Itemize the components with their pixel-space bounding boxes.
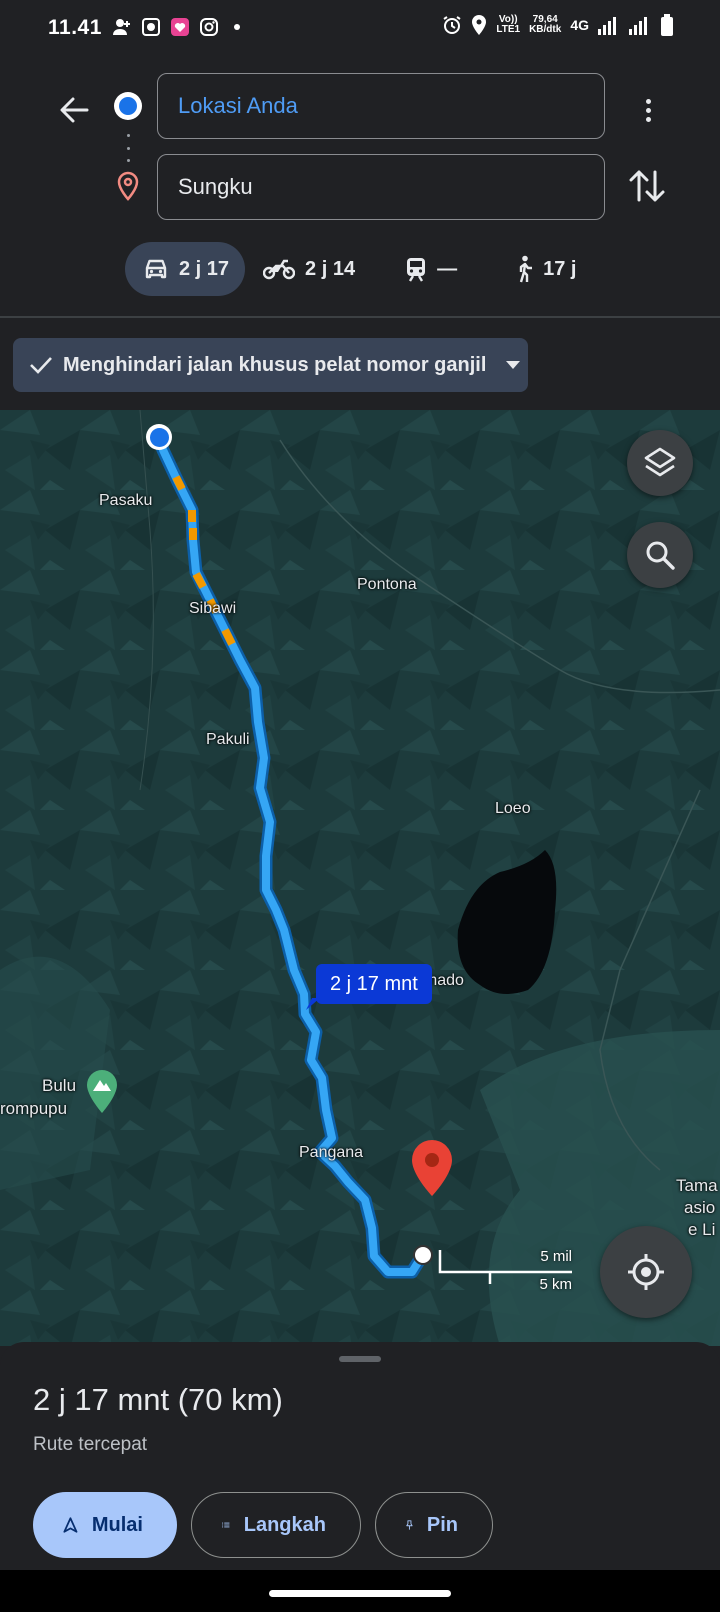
signal-icon-1 (598, 17, 616, 35)
tab-car[interactable]: 2 j 17 (125, 242, 246, 296)
search-along-route-button[interactable] (627, 522, 693, 588)
tab-transit-label: — (437, 257, 458, 280)
start-button-label: Mulai (91, 1513, 143, 1536)
travel-mode-tabs: 2 j 17 2 j 14 — 17 j (125, 242, 592, 296)
pushpin-icon (406, 1520, 413, 1530)
map-scale: 5 mil 5 km (438, 1248, 574, 1300)
place-label-pontona: Pontona (357, 576, 417, 593)
pin-button-label: Pin (426, 1513, 458, 1536)
steps-button-label: Langkah (243, 1513, 326, 1536)
love-app-icon (171, 18, 189, 36)
car-icon (145, 259, 167, 279)
map-terrain (0, 410, 720, 1346)
network-type: 4G (570, 17, 589, 33)
chevron-down-icon (506, 361, 521, 369)
place-label-pakuli: Pakuli (206, 731, 250, 748)
signal-icon-2 (629, 17, 647, 35)
more-notifications-dot (234, 24, 240, 30)
place-label-eli: e Li (688, 1220, 716, 1239)
route-connector (126, 134, 130, 162)
status-bar: 11.41 Vo)) LTE1 79,64 KB/dtk 4G (0, 0, 720, 56)
destination-pin-icon (117, 171, 139, 201)
system-nav-bar (0, 1570, 720, 1612)
route-summary-title: 2 j 17 mnt (70 km) (33, 1382, 283, 1417)
check-icon (30, 357, 52, 374)
my-location-button[interactable] (600, 1226, 692, 1318)
steps-button[interactable]: Langkah (191, 1492, 361, 1558)
route-option-chip[interactable]: Menghindari jalan khusus pelat nomor gan… (13, 338, 528, 392)
place-label-pasaku: Pasaku (99, 492, 153, 509)
route-option-label: Menghindari jalan khusus pelat nomor gan… (63, 353, 487, 376)
route-summary-sheet[interactable]: 2 j 17 mnt (70 km) Rute tercepat Mulai L… (0, 1342, 720, 1570)
tab-walking[interactable]: 17 j (473, 242, 592, 296)
scale-km: 5 km (539, 1276, 572, 1293)
place-label-rompupu: rompupu (0, 1099, 68, 1118)
pin-button[interactable]: Pin (375, 1492, 493, 1558)
status-time: 11.41 (48, 16, 102, 39)
route-type-label: Rute tercepat (33, 1434, 148, 1455)
app-notification-icon (142, 18, 160, 36)
layers-icon (644, 447, 676, 477)
tab-motorcycle[interactable]: 2 j 14 (245, 242, 371, 296)
tab-motorcycle-label: 2 j 14 (305, 257, 356, 280)
origin-marker-icon (114, 92, 142, 120)
scale-miles: 5 mil (540, 1248, 572, 1265)
route-end-marker (413, 1245, 433, 1265)
route-options-row: Menghindari jalan khusus pelat nomor gan… (0, 318, 720, 410)
battery-icon (661, 14, 673, 36)
layers-button[interactable] (627, 430, 693, 496)
search-icon (646, 541, 675, 570)
crosshair-icon (628, 1254, 664, 1290)
more-options-button[interactable] (628, 88, 668, 132)
home-gesture-handle[interactable] (269, 1590, 451, 1597)
place-label-tama: Tama (676, 1176, 718, 1195)
map-view[interactable]: Pasaku Sibawi Pontona Pakuli Loeo Tomado… (0, 410, 720, 1346)
alarm-icon (443, 16, 461, 34)
directions-header: Lokasi Anda Sungku 2 j 17 2 j 14 — 17 j (0, 56, 720, 316)
sheet-actions: Mulai Langkah Pin (33, 1492, 493, 1558)
motorcycle-icon (263, 259, 296, 280)
sheet-drag-handle[interactable] (339, 1356, 381, 1362)
current-location-marker (146, 424, 172, 450)
arrow-back-icon (60, 97, 89, 123)
place-label-pangana: Pangana (299, 1144, 364, 1161)
location-icon (472, 15, 487, 35)
person-add-icon (113, 19, 130, 35)
volte-indicator: Vo)) LTE1 (496, 14, 521, 35)
place-label-bulu: Bulu (42, 1076, 77, 1095)
place-label-asio: asio (684, 1198, 716, 1217)
place-label-sibawi: Sibawi (189, 600, 237, 617)
origin-field[interactable]: Lokasi Anda (157, 73, 605, 139)
instagram-icon (200, 18, 218, 36)
start-button[interactable]: Mulai (33, 1492, 177, 1558)
eta-bubble-tail (306, 998, 320, 1010)
tab-car-label: 2 j 17 (179, 257, 230, 280)
walking-icon (519, 255, 533, 283)
navigation-arrow-icon (63, 1517, 78, 1533)
destination-marker-icon (412, 1140, 452, 1196)
network-speed: 79,64 KB/dtk (529, 14, 562, 35)
list-icon (222, 1522, 230, 1528)
back-button[interactable] (54, 90, 94, 130)
train-icon (407, 258, 426, 282)
tab-walking-label: 17 j (543, 257, 577, 280)
tab-transit[interactable]: — (371, 242, 473, 296)
eta-bubble[interactable]: 2 j 17 mnt (316, 964, 432, 1004)
destination-field[interactable]: Sungku (157, 154, 605, 220)
place-label-loeo: Loeo (495, 800, 531, 817)
mountain-peak-icon (87, 1070, 117, 1113)
swap-icon[interactable] (626, 164, 668, 208)
